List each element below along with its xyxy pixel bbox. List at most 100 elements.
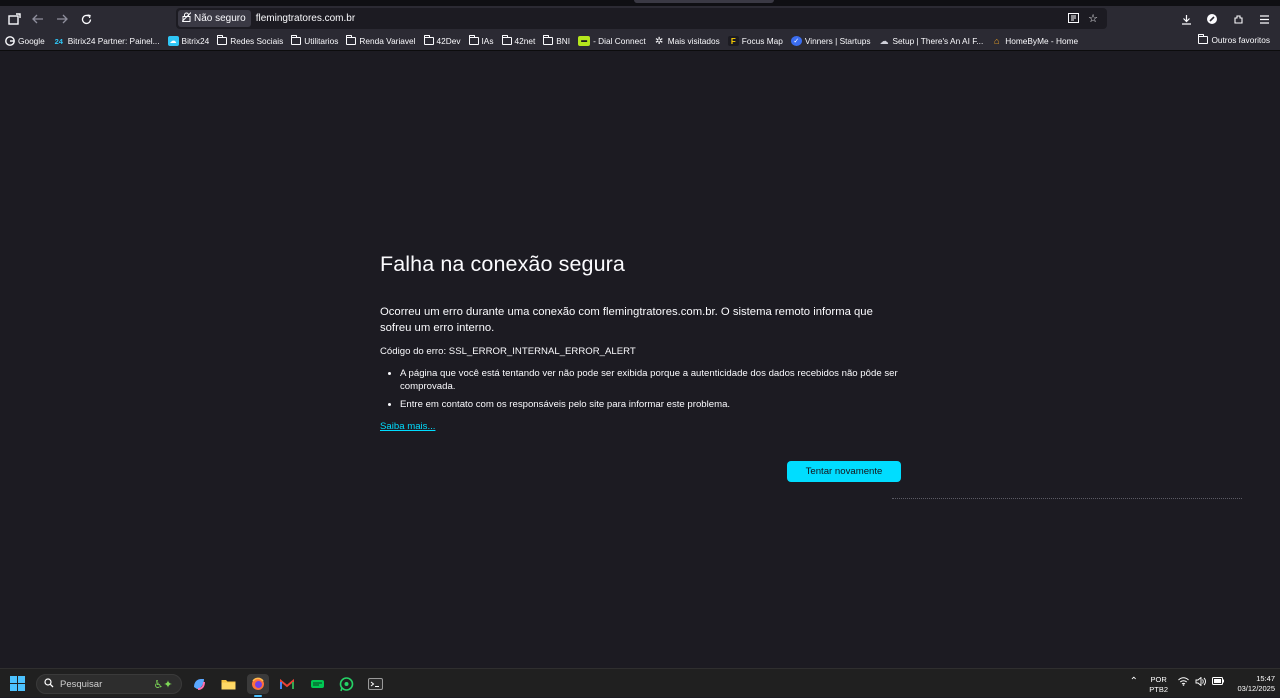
taskbar: Pesquisar ♿✦ ⌃ POR PTB2 15:47 03/12/2025 — [0, 668, 1280, 697]
language-indicator[interactable]: POR PTB2 — [1149, 675, 1168, 695]
clock-date: 03/12/2025 — [1237, 684, 1275, 693]
bookmark-google[interactable]: Google — [4, 36, 45, 46]
search-icon — [44, 677, 54, 691]
bookmark-label: 42net — [514, 36, 536, 46]
forward-button[interactable] — [50, 8, 74, 30]
volume-icon — [1195, 676, 1206, 688]
bookmark-vinners[interactable]: ✓ Vinners | Startups — [790, 36, 871, 46]
bookmark-label: Redes Sociais — [230, 36, 284, 46]
bookmark-label: Outros favoritos — [1211, 35, 1270, 45]
terminal-icon[interactable] — [364, 674, 386, 694]
bookmark-label: HomeByMe - Home — [1005, 36, 1079, 46]
bookmark-folder-bni[interactable]: BNI — [543, 35, 571, 46]
file-explorer-icon[interactable] — [217, 674, 239, 694]
retry-button[interactable]: Tentar novamente — [787, 461, 901, 482]
learn-more-link[interactable]: Saiba mais... — [380, 421, 435, 432]
bookmark-folder-42dev[interactable]: 42Dev — [423, 35, 461, 46]
gear-icon: ✲ — [654, 35, 664, 47]
search-highlight-icon: ♿✦ — [153, 679, 173, 691]
downloads-icon[interactable] — [1174, 8, 1198, 30]
folder-icon — [1198, 34, 1209, 44]
chevron-up-icon[interactable]: ⌃ — [1130, 676, 1138, 687]
home-icon: ⌂ — [994, 36, 1000, 46]
bookmark-mais-visitados[interactable]: ✲ Mais visitados — [654, 35, 720, 47]
dial-icon: ▬ — [578, 36, 591, 46]
bookmark-star-icon[interactable]: ☆ — [1085, 10, 1101, 26]
google-icon — [4, 36, 15, 46]
battery-icon — [1212, 677, 1224, 688]
back-button[interactable] — [26, 8, 50, 30]
page-content: Falha na conexão segura Ocorreu um erro … — [0, 52, 1280, 668]
clock[interactable]: 15:47 03/12/2025 — [1237, 674, 1275, 694]
search-placeholder: Pesquisar — [60, 678, 103, 690]
wifi-icon — [1178, 677, 1189, 688]
taskbar-search[interactable]: Pesquisar ♿✦ — [36, 674, 182, 694]
error-code: Código do erro: SSL_ERROR_INTERNAL_ERROR… — [380, 346, 636, 357]
bookmark-label: Vinners | Startups — [804, 36, 871, 46]
folder-icon — [423, 35, 434, 45]
firefox-icon[interactable] — [247, 674, 269, 697]
tab-sliver[interactable] — [634, 0, 774, 3]
broken-lock-icon — [181, 12, 192, 25]
bookmark-folder-redes-sociais[interactable]: Redes Sociais — [217, 35, 284, 46]
check-icon: ✓ — [790, 36, 802, 46]
copilot-icon[interactable] — [188, 674, 210, 694]
bookmark-label: Bitrix24 — [181, 36, 210, 46]
error-description: Ocorreu um erro durante uma conexão com … — [380, 306, 873, 334]
error-container: Falha na conexão segura Ocorreu um erro … — [380, 252, 902, 434]
render-artifact-line — [892, 498, 1242, 500]
bookmark-other-favorites[interactable]: Outros favoritos — [1198, 34, 1270, 45]
language-code: POR — [1150, 675, 1167, 684]
url-bar[interactable]: Não seguro flemingtratores.com.br ☆ — [176, 8, 1107, 29]
bookmark-bitrix-partner[interactable]: 24 Bitrix24 Partner: Painel... — [53, 36, 160, 46]
bookmark-folder-ias[interactable]: IAs — [468, 35, 494, 46]
bitrix-cloud-icon: ☁ — [167, 36, 179, 46]
setup-icon: ☁ — [879, 35, 889, 46]
bookmark-focus-map[interactable]: F Focus Map — [727, 36, 783, 46]
whatsapp-icon[interactable] — [335, 674, 357, 694]
bookmark-label: Utilitarios — [304, 36, 339, 46]
bookmark-folder-utilitarios[interactable]: Utilitarios — [291, 35, 339, 46]
bookmark-label: - Dial Connect — [593, 36, 646, 46]
bookmark-folder-42net[interactable]: 42net — [501, 35, 536, 46]
folder-icon — [501, 35, 512, 45]
reader-view-icon[interactable] — [1065, 10, 1081, 26]
reload-button[interactable] — [74, 8, 98, 30]
security-label: Não seguro — [194, 13, 246, 24]
bookmark-label: Focus Map — [741, 36, 783, 46]
account-avatar-icon[interactable] — [1200, 8, 1224, 30]
bookmark-label: BNI — [556, 36, 571, 46]
extensions-icon[interactable] — [1226, 8, 1250, 30]
bookmark-bitrix24[interactable]: ☁ Bitrix24 — [167, 36, 210, 46]
folder-icon — [543, 35, 554, 45]
error-title: Falha na conexão segura — [380, 252, 625, 276]
bookmark-homebyme[interactable]: ⌂ HomeByMe - Home — [991, 36, 1078, 46]
menu-icon[interactable] — [1252, 8, 1276, 30]
bookmark-label: Renda Variavel — [359, 36, 416, 46]
gmail-icon[interactable] — [276, 674, 298, 694]
folder-icon — [217, 35, 228, 45]
navigation-toolbar: Não seguro flemingtratores.com.br ☆ — [0, 6, 1280, 32]
focus-icon: F — [727, 36, 739, 46]
list-item: A página que você está tentando ver não … — [400, 367, 902, 393]
bookmark-label: 42Dev — [436, 36, 461, 46]
list-item: Entre em contato com os responsáveis pel… — [400, 398, 902, 411]
url-text[interactable]: flemingtratores.com.br — [256, 13, 355, 24]
bookmark-label: Mais visitados — [667, 36, 720, 46]
chat-app-icon[interactable] — [306, 674, 328, 694]
quick-settings[interactable] — [1178, 676, 1224, 688]
bookmark-label: IAs — [481, 36, 494, 46]
bitrix-icon: 24 — [54, 36, 63, 46]
windows-start-icon[interactable] — [10, 676, 25, 691]
clock-time: 15:47 — [1256, 674, 1275, 683]
folder-icon — [346, 35, 357, 45]
bookmark-dial-connect[interactable]: ▬ - Dial Connect — [578, 36, 646, 46]
tab-overview-icon[interactable] — [2, 8, 26, 30]
keyboard-layout: PTB2 — [1149, 685, 1168, 694]
bookmark-setup[interactable]: ☁ Setup | There's An AI F... — [879, 35, 984, 47]
bookmark-label: Google — [18, 36, 45, 46]
folder-icon — [468, 35, 479, 45]
folder-icon — [291, 35, 302, 45]
bookmark-folder-renda-variavel[interactable]: Renda Variavel — [346, 35, 416, 46]
security-indicator[interactable]: Não seguro — [178, 10, 251, 27]
